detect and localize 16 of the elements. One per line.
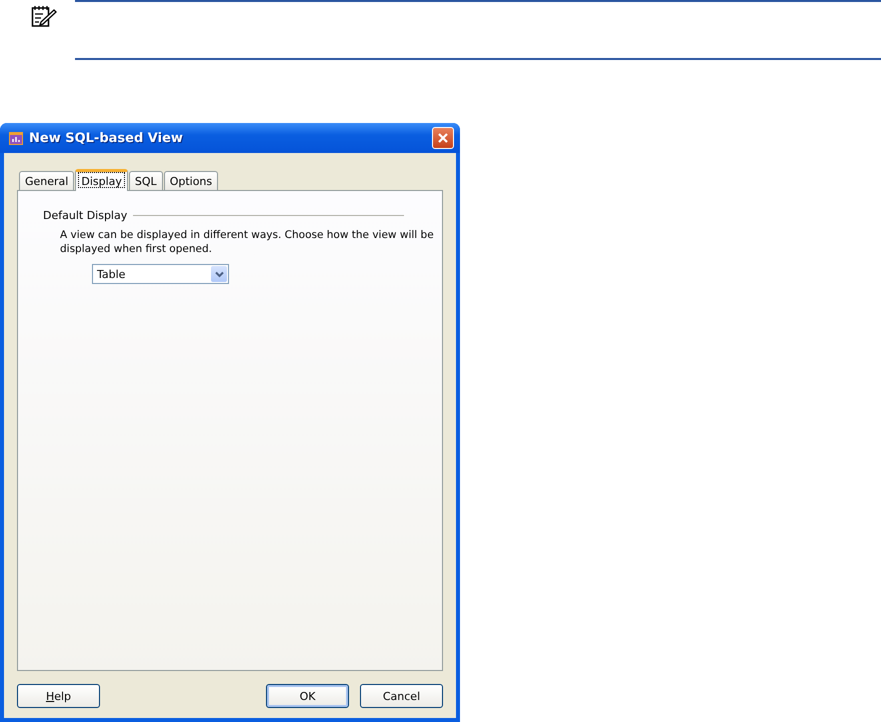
tab[interactable]: General (19, 171, 74, 190)
ok-button[interactable]: OK (266, 684, 349, 708)
help-button[interactable]: Help (17, 684, 100, 708)
notepad-icon (31, 4, 57, 28)
group-title: Default Display (43, 209, 128, 222)
tab[interactable]: SQL (128, 171, 163, 190)
close-icon (437, 132, 449, 144)
display-dropdown[interactable]: Table (92, 264, 229, 284)
tab[interactable]: Options (164, 171, 218, 190)
window-title: New SQL-based View (29, 130, 184, 146)
description: A view can be displayed in different ways. Choose how the view will be displayed when first opened. (60, 228, 434, 256)
view-icon (8, 130, 24, 146)
close-button[interactable] (432, 127, 454, 149)
tab[interactable]: Display (75, 169, 128, 191)
cancel-button[interactable]: Cancel (360, 684, 443, 708)
chevron-down-icon (211, 266, 227, 282)
